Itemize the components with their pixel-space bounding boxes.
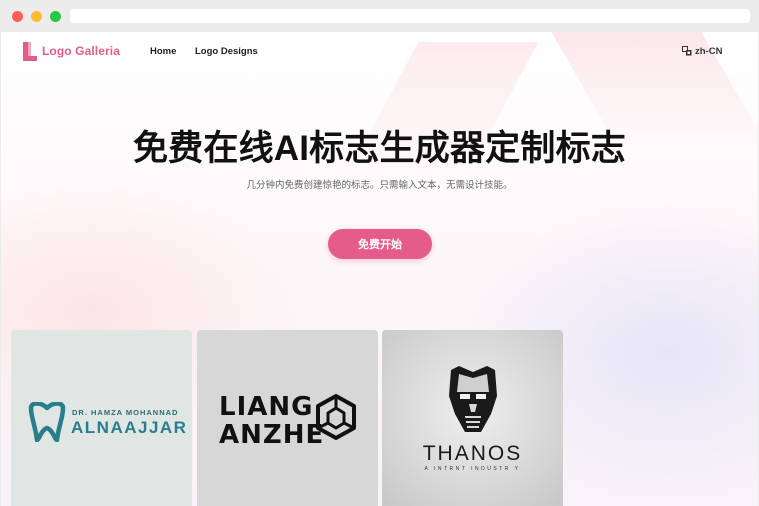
- nav-logo-designs-link[interactable]: Logo Designs: [195, 46, 258, 57]
- start-free-button[interactable]: 免费开始: [328, 229, 432, 259]
- logo-wordmark-line: ANZHE: [219, 420, 325, 450]
- window-minimize-button[interactable]: [31, 11, 42, 22]
- logo-subtitle: DR. HAMZA MOHANNAD: [72, 408, 179, 417]
- brand-logo-icon[interactable]: [23, 42, 37, 61]
- language-label: zh-CN: [695, 45, 723, 57]
- hero-subtitle: 几分钟内免费创建惊艳的标志。只需输入文本，无需设计技能。: [246, 180, 513, 191]
- translate-icon: [682, 46, 692, 56]
- logo-artwork: DR. HAMZA MOHANNAD ALNAAJJAR: [25, 402, 188, 442]
- mask-icon: [449, 366, 497, 432]
- cube-icon: [316, 394, 356, 440]
- window-maximize-button[interactable]: [50, 11, 61, 22]
- logo-card[interactable]: THANOS A INTRNT INDUSTR Y: [382, 330, 563, 506]
- logo-wordmark-line: LIANG: [219, 392, 314, 422]
- logo-card[interactable]: DR. HAMZA MOHANNAD ALNAAJJAR: [11, 330, 192, 506]
- hero-title: 免费在线AI标志生成器定制标志: [132, 129, 626, 168]
- address-bar[interactable]: [70, 9, 750, 23]
- brand-name[interactable]: Logo Galleria: [42, 44, 120, 58]
- logo-card[interactable]: LIANG ANZHE: [197, 330, 378, 506]
- window-close-button[interactable]: [12, 11, 23, 22]
- nav-home-link[interactable]: Home: [150, 46, 176, 57]
- logo-subtitle: A INTRNT INDUSTR Y: [424, 466, 521, 472]
- logo-wordmark: ALNAAJJAR: [71, 418, 188, 437]
- page: Logo Galleria Home Logo Designs zh-CN 免费…: [1, 32, 758, 506]
- top-nav: Logo Galleria Home Logo Designs zh-CN: [1, 32, 758, 72]
- logo-wordmark: THANOS: [422, 442, 523, 465]
- tooth-icon: [28, 402, 66, 442]
- browser-chrome: [0, 0, 759, 32]
- language-switcher[interactable]: zh-CN: [682, 44, 722, 58]
